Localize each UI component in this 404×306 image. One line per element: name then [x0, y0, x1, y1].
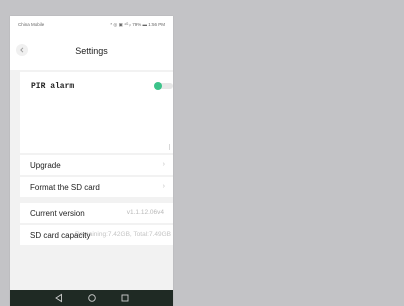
status-bar: China Mobile * ◎ ▣ ⁴ᴳ ᵢₗ 79% ▬ 1:56 PM — [10, 16, 173, 30]
pir-alarm-label: PIR alarm — [31, 82, 75, 91]
current-version-label: Current version — [30, 209, 85, 218]
info-group: Current version v1.1.12.06v4 Remaining:7… — [20, 203, 173, 246]
chevron-right-icon: › — [162, 183, 165, 190]
square-recents-icon[interactable] — [120, 293, 130, 303]
toggle-knob — [154, 82, 162, 90]
sd-card-capacity-row: Remaining:7.42GB, Total:7.49GB SD card c… — [20, 225, 173, 245]
upgrade-row[interactable]: Upgrade › — [20, 155, 173, 175]
phone-screen: China Mobile * ◎ ▣ ⁴ᴳ ᵢₗ 79% ▬ 1:56 PM S… — [10, 16, 173, 306]
card-edge-mark — [169, 144, 170, 150]
pir-alarm-card: PIR alarm — [20, 72, 173, 153]
pir-alarm-toggle[interactable] — [154, 82, 173, 90]
format-sd-card-label: Format the SD card — [30, 183, 100, 192]
sd-card-capacity-label: SD card capacity — [30, 231, 91, 240]
current-version-value: v1.1.12.06v4 — [126, 209, 164, 216]
format-sd-card-row[interactable]: Format the SD card › — [20, 177, 173, 197]
page-title: Settings — [75, 46, 108, 56]
upgrade-label: Upgrade — [30, 161, 61, 170]
system-nav-bar — [10, 290, 173, 306]
current-version-row: Current version v1.1.12.06v4 — [20, 203, 173, 223]
circle-home-icon[interactable] — [87, 293, 97, 303]
menu-group: Upgrade › Format the SD card › — [20, 155, 173, 198]
status-indicators: * ◎ ▣ ⁴ᴳ ᵢₗ 79% ▬ 1:56 PM — [110, 22, 165, 27]
triangle-back-icon[interactable] — [54, 293, 64, 303]
nav-bar: Settings — [10, 30, 173, 70]
carrier-label: China Mobile — [18, 22, 45, 27]
chevron-right-icon: › — [162, 161, 165, 168]
